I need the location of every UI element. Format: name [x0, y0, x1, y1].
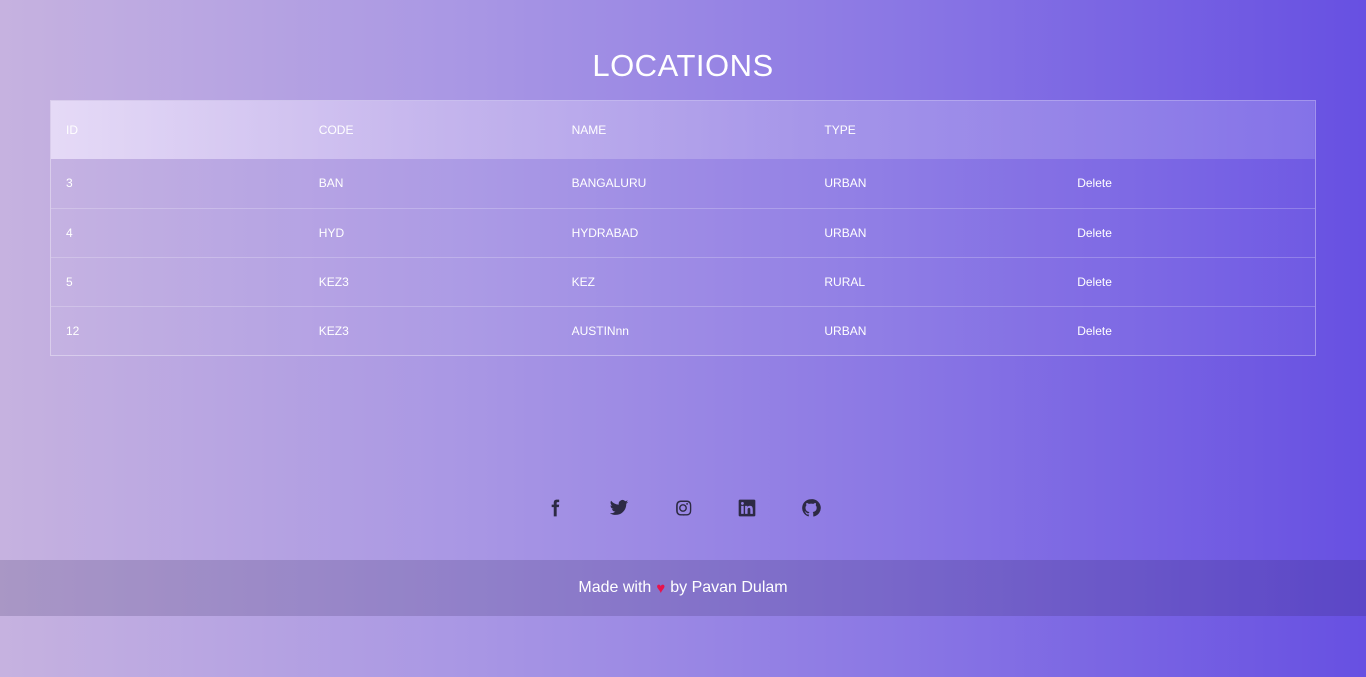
- twitter-icon[interactable]: [587, 496, 651, 520]
- delete-link[interactable]: Delete: [1077, 275, 1112, 289]
- cell-id: 5: [66, 274, 73, 289]
- page-title: LOCATIONS: [592, 48, 774, 83]
- column-header-name: NAME: [571, 123, 607, 137]
- column-header-actions: [1062, 101, 1315, 159]
- cell-name: AUSTINnn: [571, 323, 629, 338]
- cell-code: KEZ3: [318, 323, 349, 338]
- delete-link[interactable]: Delete: [1077, 176, 1112, 190]
- cell-name: KEZ: [571, 274, 595, 289]
- cell-type: RURAL: [824, 274, 866, 289]
- cell-type: URBAN: [824, 176, 867, 191]
- cell-id: 12: [66, 323, 80, 338]
- cell-name: BANGALURU: [571, 176, 647, 191]
- footer: Made with ♥ by Pavan Dulam: [0, 560, 1366, 616]
- column-header-type: TYPE: [824, 123, 856, 137]
- cell-action: Delete: [1062, 159, 1315, 208]
- cell-action: Delete: [1062, 208, 1315, 257]
- github-icon[interactable]: [779, 496, 843, 520]
- table-row: 12 KEZ3 AUSTINnn URBAN Delete: [51, 306, 1315, 355]
- facebook-icon[interactable]: [523, 496, 587, 520]
- social-links: [0, 496, 1366, 520]
- column-header-code: CODE: [318, 123, 354, 137]
- heart-icon: ♥: [656, 579, 666, 597]
- cell-action: Delete: [1062, 257, 1315, 306]
- cell-code: BAN: [318, 176, 344, 191]
- delete-link[interactable]: Delete: [1077, 226, 1112, 240]
- table-row: 4 HYD HYDRABAD URBAN Delete: [51, 208, 1315, 257]
- locations-table: ID CODE NAME TYPE 3 BAN BANGALURU URBAN …: [50, 100, 1316, 356]
- table-row: 3 BAN BANGALURU URBAN Delete: [51, 159, 1315, 208]
- cell-code: KEZ3: [318, 274, 349, 289]
- linkedin-icon[interactable]: [715, 496, 779, 520]
- table-header-row: ID CODE NAME TYPE: [51, 101, 1315, 159]
- cell-name: HYDRABAD: [571, 225, 639, 240]
- delete-link[interactable]: Delete: [1077, 324, 1112, 338]
- cell-type: URBAN: [824, 323, 867, 338]
- footer-prefix: Made with: [578, 579, 652, 596]
- table-row: 5 KEZ3 KEZ RURAL Delete: [51, 257, 1315, 306]
- column-header-id: ID: [66, 123, 78, 137]
- cell-action: Delete: [1062, 306, 1315, 355]
- instagram-icon[interactable]: [651, 496, 715, 520]
- cell-id: 4: [66, 225, 73, 240]
- footer-suffix: by Pavan Dulam: [670, 579, 788, 596]
- cell-id: 3: [66, 176, 73, 191]
- cell-code: HYD: [318, 225, 345, 240]
- cell-type: URBAN: [824, 225, 867, 240]
